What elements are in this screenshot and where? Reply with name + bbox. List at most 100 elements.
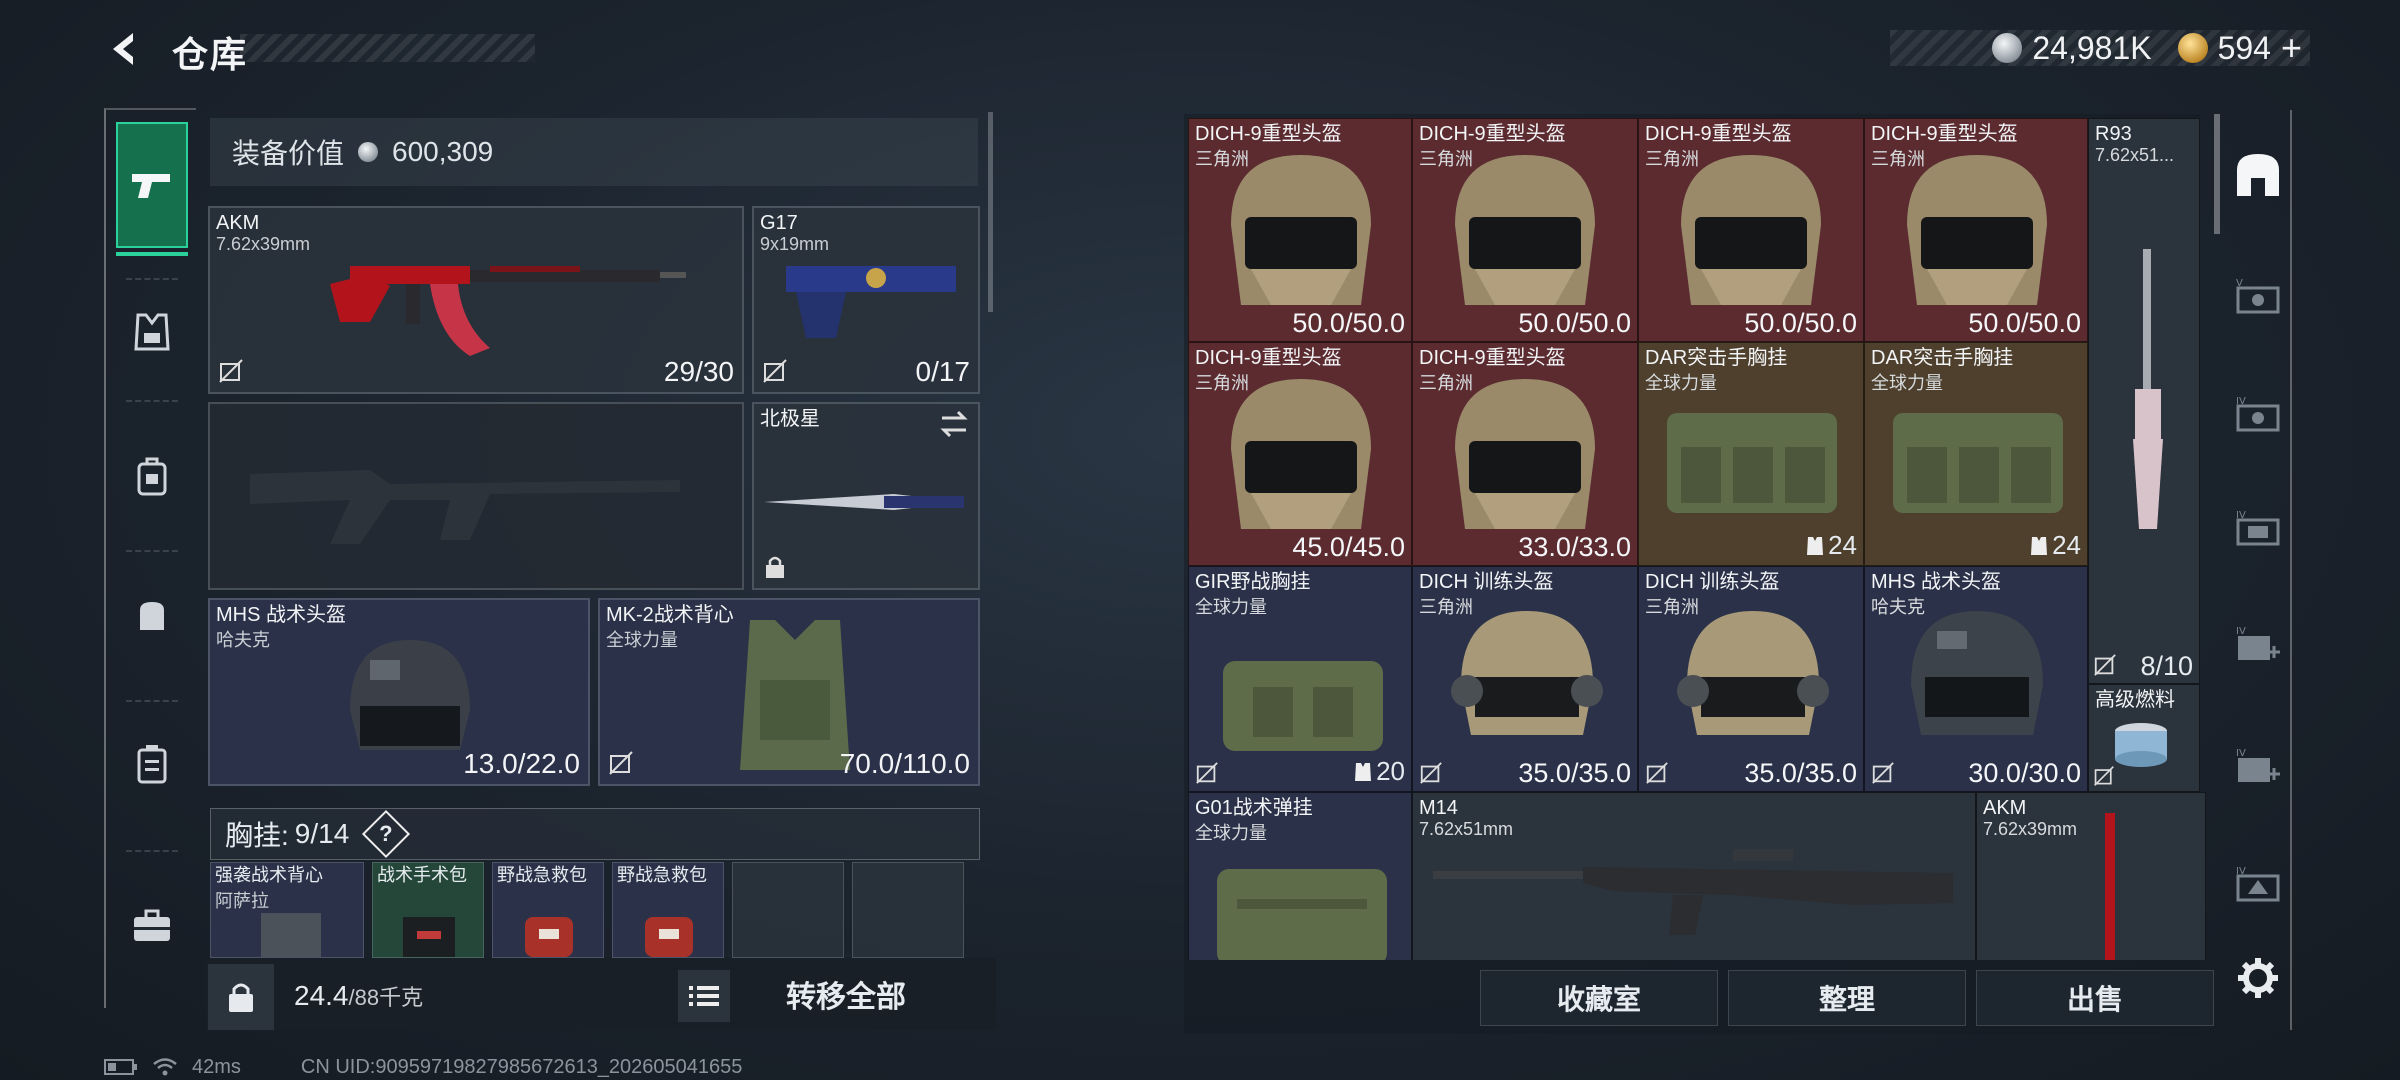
no-insure-icon — [1646, 762, 1668, 784]
rig-item[interactable]: 野战急救包 — [492, 862, 604, 958]
helmet-durability: 13.0/22.0 — [463, 748, 580, 779]
weapon-ammo: 29/30 — [663, 356, 734, 387]
sniper-rifle-image — [2133, 249, 2163, 529]
loadout-scrollbar[interactable] — [988, 112, 993, 312]
svg-text:IV: IV — [2236, 396, 2246, 407]
no-insure-icon — [609, 751, 633, 775]
silver-amount: 24,981K — [2032, 29, 2152, 66]
vest-image — [261, 913, 321, 957]
rig-empty-slot[interactable] — [852, 862, 964, 958]
rig-empty-slot[interactable] — [732, 862, 844, 958]
wifi-icon — [153, 1058, 177, 1076]
lock-icon — [766, 556, 784, 578]
stash-grid: DICH-9重型头盔 三角洲 50.0/50.0 DICH-9重型头盔 三角洲 50.0… — [1188, 118, 2206, 960]
back-arrow-icon[interactable] — [100, 24, 150, 74]
stash-tab-main[interactable] — [2228, 144, 2288, 204]
stash-tab-iv-d[interactable]: IV — [2228, 736, 2288, 796]
stash-tab-iv-c[interactable]: IV — [2228, 614, 2288, 674]
stash-item-fuel[interactable]: 高级燃料 — [2088, 684, 2200, 792]
stash-item[interactable]: DICH-9重型头盔 三角洲 50.0/50.0 — [1412, 118, 1638, 342]
armor-durability: 70.0/110.0 — [839, 748, 970, 779]
helmet-brand: 哈夫克 — [216, 630, 270, 650]
stash-item[interactable]: DICH-9重型头盔 三角洲 45.0/45.0 — [1188, 342, 1412, 566]
stash-tab-nav: V IV IV IV IV IV — [2226, 110, 2292, 1030]
chest-rig-image — [1893, 413, 2063, 513]
settings-button[interactable] — [2232, 952, 2284, 1004]
training-helmet-image — [1451, 611, 1603, 735]
swap-icon[interactable] — [938, 410, 970, 438]
training-helmet-image — [1677, 611, 1829, 735]
stash-item[interactable]: DICH-9重型头盔 三角洲 50.0/50.0 — [1188, 118, 1412, 342]
add-storage-icon: IV — [2236, 748, 2280, 782]
stash-item[interactable]: DICH 训练头盔 三角洲 35.0/35.0 — [1638, 566, 1864, 792]
backpack-icon — [137, 457, 167, 496]
no-insure-icon — [763, 359, 787, 383]
stash-item[interactable]: DICH-9重型头盔 三角洲 33.0/33.0 — [1412, 342, 1638, 566]
stash-item[interactable]: MHS 战术头盔 哈夫克 30.0/30.0 — [1864, 566, 2088, 792]
fuel-can-image — [2115, 723, 2167, 767]
nav-pouch[interactable] — [116, 580, 188, 652]
add-gold-button[interactable]: + — [2281, 27, 2302, 69]
storage-tab-icon: IV — [2236, 510, 2280, 546]
user-uid: CN UID:90959719827985672613_202605041655 — [300, 1055, 743, 1078]
lock-icon — [229, 983, 253, 1012]
akm-rifle-image — [330, 266, 686, 356]
melee-slot[interactable]: 北极星 — [752, 402, 980, 590]
nav-armor[interactable] — [116, 296, 188, 368]
lock-button[interactable] — [208, 964, 274, 1030]
rig-item[interactable]: 野战急救包 — [612, 862, 724, 958]
storage-tab-icon: IV — [2236, 396, 2280, 432]
pistol-slot[interactable]: G17 9x19mm 0/17 — [752, 206, 980, 394]
knife-image — [764, 494, 964, 510]
nav-toolbox[interactable] — [116, 890, 188, 962]
capacity-badge: 24 — [2030, 530, 2081, 561]
stash-item[interactable]: GIR野战胸挂 全球力量 20 — [1188, 566, 1412, 792]
weight-current: 24.4 — [294, 980, 349, 1011]
stash-item[interactable]: DICH-9重型头盔 三角洲 50.0/50.0 — [1864, 118, 2088, 342]
silver-coin-icon — [358, 142, 379, 162]
equip-value-amount: 600,309 — [392, 136, 494, 167]
gold-currency[interactable]: 594 + — [2177, 27, 2302, 69]
loadout-footer: 24.4/88千克 转移全部 — [206, 958, 996, 1030]
rig-item[interactable]: 战术手术包 — [372, 862, 484, 958]
stash-item[interactable]: M14 7.62x51mm — [1412, 792, 1976, 960]
top-bar: 仓库 24,981K 594 + — [0, 0, 2400, 90]
stash-item[interactable]: DICH-9重型头盔 三角洲 50.0/50.0 — [1638, 118, 1864, 342]
secondary-weapon-slot-empty[interactable] — [208, 402, 744, 590]
stash-tab-iv-b[interactable]: IV — [2228, 498, 2288, 558]
stash-tab-v[interactable]: V — [2228, 266, 2288, 326]
transfer-all-button[interactable]: 转移全部 — [746, 964, 946, 1024]
stash-item[interactable]: DICH 训练头盔 三角洲 35.0/35.0 — [1412, 566, 1638, 792]
helmet-slot[interactable]: MHS 战术头盔 哈夫克 13.0/22.0 — [208, 598, 590, 786]
sell-button[interactable]: 出售 — [1976, 970, 2214, 1026]
svg-text:IV: IV — [2236, 866, 2246, 877]
stash-item[interactable]: DAR突击手胸挂 全球力量 24 — [1638, 342, 1864, 566]
nav-weapons[interactable] — [116, 122, 188, 256]
silver-currency[interactable]: 24,981K — [1992, 29, 2152, 67]
stash-tab-iv-a[interactable]: IV — [2228, 384, 2288, 444]
nav-backpack[interactable] — [116, 440, 188, 512]
silver-coin-icon — [1992, 33, 2023, 63]
armor-name: MK-2战术背心 — [606, 604, 734, 626]
stash-tab-iv-e[interactable]: IV — [2228, 854, 2288, 914]
equip-value-label: 装备价值 — [232, 138, 345, 169]
stash-item[interactable]: G01战术弹挂 全球力量 — [1188, 792, 1412, 960]
armor-slot[interactable]: MK-2战术背心 全球力量 70.0/110.0 — [598, 598, 980, 786]
rig-item[interactable]: 强袭战术背心 阿萨拉 — [210, 862, 364, 958]
collection-room-button[interactable]: 收藏室 — [1480, 970, 1718, 1026]
stash-home-icon — [2237, 154, 2279, 196]
list-view-button[interactable] — [678, 970, 730, 1022]
stash-scrollbar[interactable] — [2214, 114, 2220, 234]
pistol-caliber: 9x19mm — [760, 234, 830, 254]
primary-weapon-slot[interactable]: AKM 7.62x39mm 29/30 — [208, 206, 744, 394]
rig-help-button[interactable]: ? — [362, 809, 411, 859]
equipment-value: 装备价值 600,309 — [210, 118, 978, 186]
stash-item[interactable]: DAR突击手胸挂 全球力量 24 — [1864, 342, 2088, 566]
sort-button[interactable]: 整理 — [1728, 970, 1966, 1026]
surgery-kit-image — [403, 917, 455, 957]
stash-item-r93[interactable]: R93 7.62x51... 8/10 — [2088, 118, 2200, 684]
rig-item-name: 强袭战术背心 — [215, 865, 323, 885]
no-insure-icon — [1196, 762, 1218, 784]
stash-item[interactable]: AKM 7.62x39mm — [1976, 792, 2206, 960]
nav-case[interactable] — [116, 728, 188, 800]
